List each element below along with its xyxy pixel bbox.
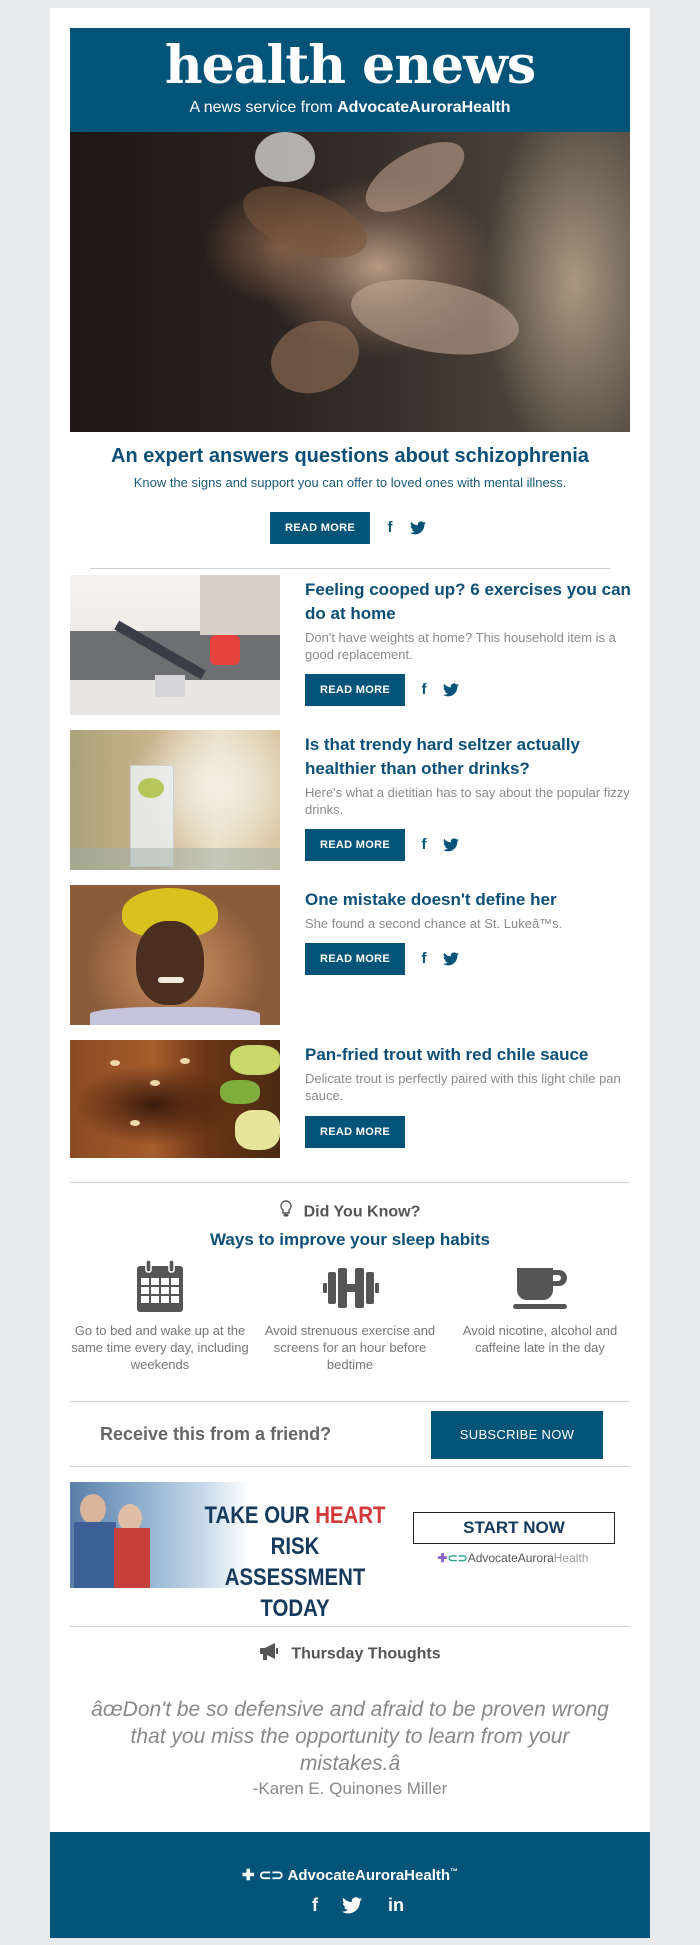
article-thumbnail[interactable] — [70, 730, 280, 870]
email-body: health enews A news service from Advocat… — [50, 8, 650, 1938]
subscribe-prompt: Receive this from a friend? — [100, 1424, 332, 1444]
sleep-tip: Avoid strenuous exercise and screens for… — [264, 1323, 436, 1372]
ad-brand-logo: ✚⊂⊃AdvocateAuroraHealth — [413, 1550, 613, 1566]
heart-risk-ad-banner[interactable]: TAKE OUR HEART RISK ASSESSMENT TODAY STA… — [70, 1482, 630, 1622]
thursday-thoughts-title: Thursday Thoughts — [291, 1645, 441, 1663]
footer-brand-name: AdvocateAuroraHealth — [287, 1867, 451, 1884]
ad-headline-line2: ASSESSMENT TODAY — [224, 1564, 366, 1622]
facebook-share-icon[interactable]: f — [382, 518, 398, 538]
article-thumbnail[interactable] — [70, 885, 280, 1025]
hero-title[interactable]: An expert answers questions about schizo… — [70, 442, 630, 470]
article-title[interactable]: Is that trendy hard seltzer actually hea… — [305, 733, 635, 781]
divider — [70, 1626, 630, 1627]
article-description: She found a second chance at St. Lukeâ™s… — [305, 916, 563, 931]
lightbulb-icon — [279, 1200, 292, 1225]
ad-headline-heart: HEART — [315, 1502, 386, 1529]
article-title[interactable]: Feeling cooped up? 6 exercises you can d… — [305, 578, 635, 626]
dumbbell-icon — [255, 1260, 445, 1314]
article-description: Don't have weights at home? This househo… — [305, 630, 616, 662]
thursday-thoughts-heading: Thursday Thoughts — [50, 1642, 650, 1667]
newsletter-title: health enews — [164, 35, 536, 96]
twitter-share-icon[interactable] — [410, 521, 426, 535]
cross-icon: ✚ — [437, 1551, 448, 1565]
footer: ✚ ⊂⊃ AdvocateAuroraHealth™ f in — [50, 1832, 650, 1938]
divider — [70, 1466, 630, 1467]
footer-brand-logo[interactable]: ✚ ⊂⊃ AdvocateAuroraHealth™ — [50, 1862, 650, 1886]
article-description: Here's what a dietitian has to say about… — [305, 785, 630, 817]
newsletter-subtitle: A news service from AdvocateAuroraHealth — [70, 98, 630, 118]
ad-headline: TAKE OUR HEART RISK ASSESSMENT TODAY — [189, 1500, 402, 1624]
article-read-more-button[interactable]: READ MORE — [305, 1116, 405, 1148]
hero-read-more-button[interactable]: READ MORE — [270, 512, 370, 544]
article-read-more-button[interactable]: READ MORE — [305, 674, 405, 706]
article-thumbnail[interactable] — [70, 575, 280, 715]
article-title[interactable]: Pan-fried trout with red chile sauce — [305, 1043, 635, 1067]
calendar-icon — [65, 1259, 255, 1314]
twitter-share-icon[interactable] — [443, 952, 459, 966]
divider — [90, 568, 610, 569]
ad-brand-name: AdvocateAurora — [467, 1551, 554, 1565]
article-thumbnail[interactable] — [70, 1040, 280, 1158]
did-you-know-subheading: Ways to improve your sleep habits — [210, 1230, 490, 1249]
sleep-tip: Avoid nicotine, alcohol and caffeine lat… — [462, 1323, 618, 1355]
did-you-know-heading: Did You Know? — [50, 1200, 650, 1225]
article-title[interactable]: One mistake doesn't define her — [305, 888, 635, 912]
facebook-share-icon[interactable]: f — [416, 835, 432, 855]
facebook-share-icon[interactable]: f — [416, 949, 432, 969]
footer-linkedin-icon[interactable]: in — [384, 1894, 408, 1916]
did-you-know-title: Did You Know? — [303, 1203, 421, 1221]
footer-twitter-icon[interactable] — [342, 1897, 362, 1914]
subtitle-prefix: A news service from — [189, 99, 338, 116]
trademark: ™ — [450, 1867, 459, 1876]
article-read-more-button[interactable]: READ MORE — [305, 943, 405, 975]
twitter-share-icon[interactable] — [443, 683, 459, 697]
facebook-share-icon[interactable]: f — [416, 680, 432, 700]
coffee-cup-icon — [445, 1260, 635, 1314]
cross-icon: ✚ — [241, 1867, 255, 1884]
ad-brand-name-light: Health — [553, 1551, 589, 1565]
subscribe-now-button[interactable]: SUBSCRIBE NOW — [431, 1411, 603, 1459]
ad-headline-part: TAKE OUR — [204, 1502, 316, 1529]
sleep-tip: Go to bed and wake up at the same time e… — [71, 1323, 249, 1372]
divider — [70, 1401, 630, 1402]
article-read-more-button[interactable]: READ MORE — [305, 829, 405, 861]
article-description: Delicate trout is perfectly paired with … — [305, 1071, 621, 1103]
divider — [70, 1182, 630, 1183]
ad-headline-part: RISK — [270, 1533, 320, 1560]
link-icon: ⊂⊃ — [447, 1551, 468, 1565]
footer-facebook-icon[interactable]: f — [303, 1894, 327, 1916]
hero-image[interactable] — [70, 127, 630, 432]
quote-text: âœDon't be so defensive and afraid to be… — [91, 1698, 609, 1775]
megaphone-icon — [259, 1642, 281, 1667]
link-icon: ⊂⊃ — [258, 1867, 284, 1884]
quote-author: -Karen E. Quinones Miller — [252, 1779, 448, 1798]
start-now-button[interactable]: START NOW — [413, 1512, 615, 1544]
subtitle-brand: AdvocateAuroraHealth — [337, 99, 511, 116]
twitter-share-icon[interactable] — [443, 838, 459, 852]
hero-description: Know the signs and support you can offer… — [133, 475, 567, 490]
newsletter-header: health enews A news service from Advocat… — [70, 28, 630, 132]
